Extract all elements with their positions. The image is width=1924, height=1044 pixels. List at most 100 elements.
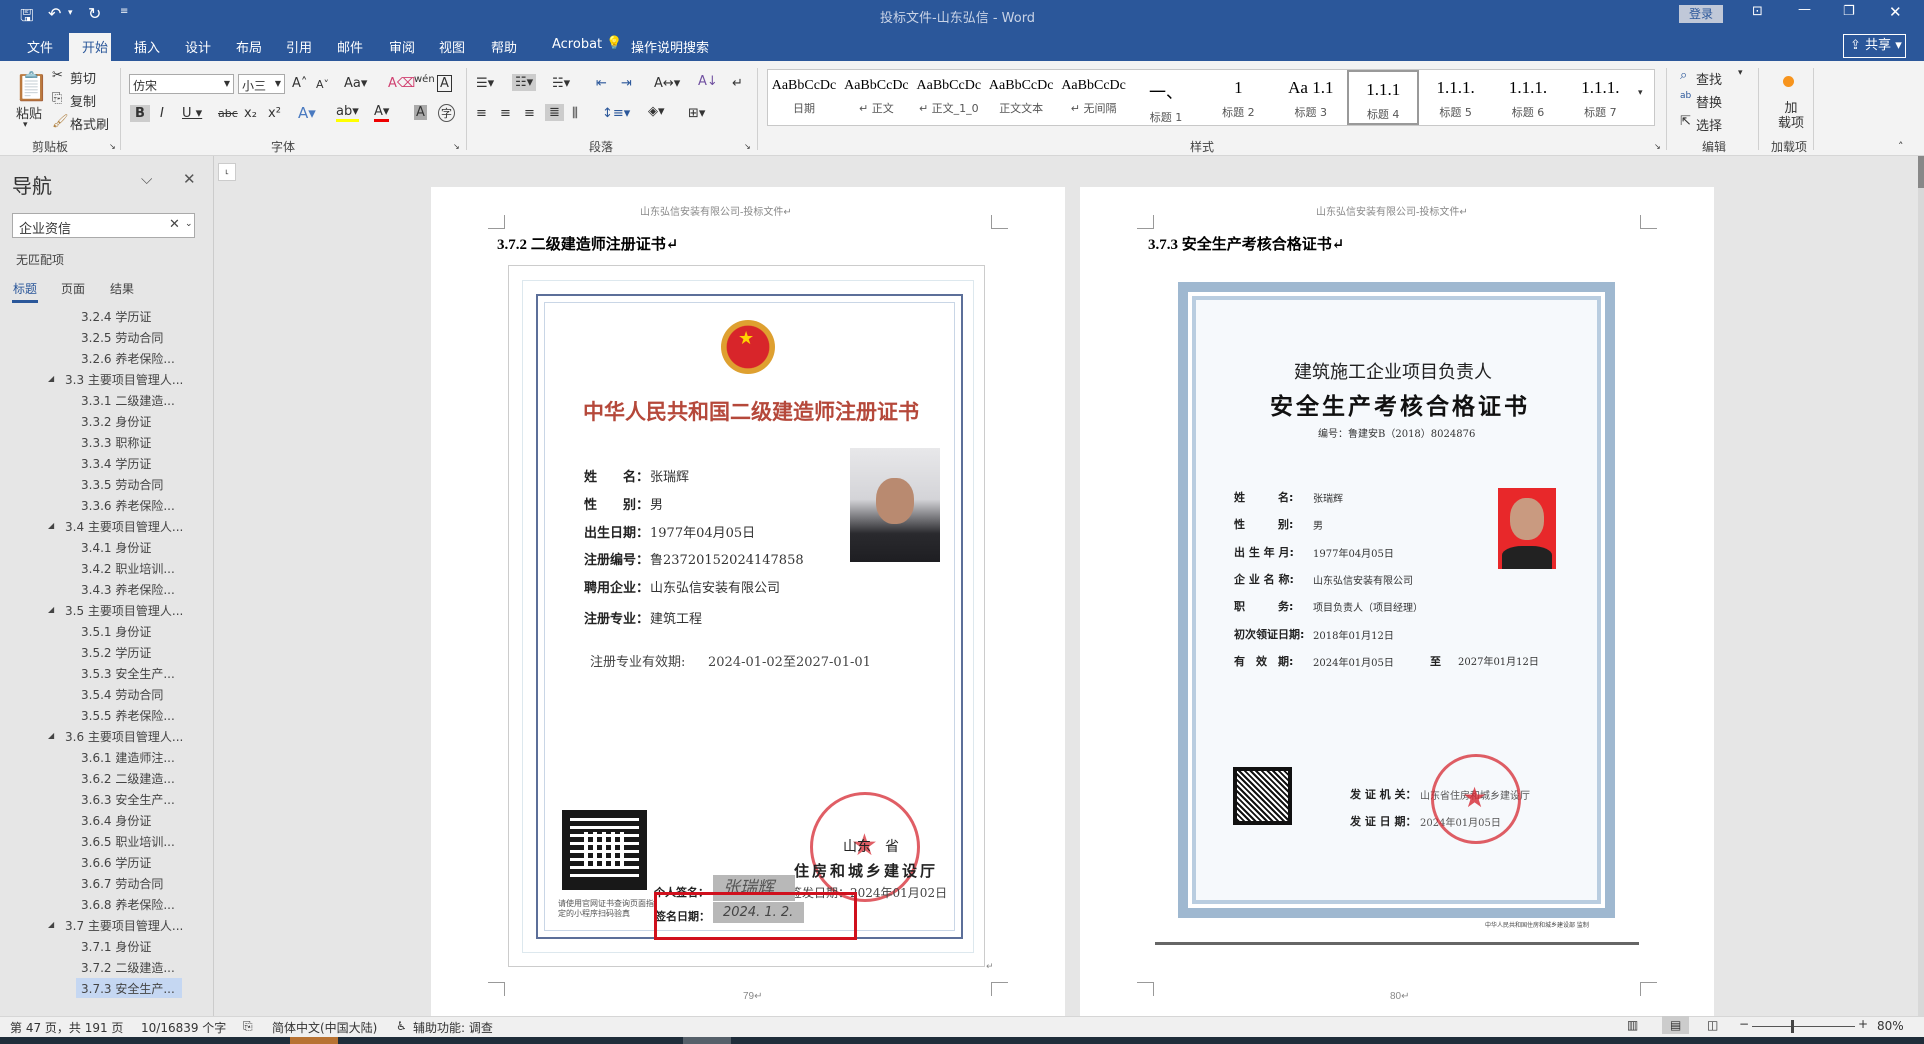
nav-heading-item[interactable]: 3.6.4 身份证 (81, 812, 151, 829)
style-item[interactable]: Aa 1.1 标题 3 (1275, 70, 1347, 125)
format-painter-button[interactable]: 格式刷 (70, 114, 109, 133)
paste-button[interactable]: 粘贴 (16, 103, 42, 122)
nav-heading-item[interactable]: 3.6.1 建造师注... (81, 749, 175, 766)
italic-button[interactable]: I (160, 106, 164, 121)
styles-launcher-icon[interactable]: ↘ (1654, 142, 1661, 151)
nav-tab-headings[interactable]: 标题 (13, 280, 37, 297)
enclose-characters-icon[interactable]: 字 (438, 104, 455, 122)
close-icon[interactable]: ✕ (1889, 3, 1902, 21)
asian-layout-icon[interactable]: A↔▾ (654, 76, 680, 91)
zoom-level[interactable]: 80% (1877, 1019, 1904, 1033)
multilevel-list-icon[interactable]: ☵▾ (552, 76, 570, 91)
tab-item[interactable]: Acrobat (552, 37, 602, 52)
nav-heading-item[interactable]: 3.3.6 养老保险... (81, 497, 175, 514)
addins-icon[interactable] (1783, 76, 1794, 87)
style-item[interactable]: AaBbCcDc ↵ 无间隔 (1058, 70, 1130, 125)
collapse-triangle-icon[interactable]: ◢ (48, 920, 54, 929)
zoom-in-button[interactable]: + (1858, 1017, 1868, 1031)
nav-heading-item[interactable]: 3.6.2 二级建造... (81, 770, 175, 787)
nav-heading-item[interactable]: 3.4.2 职业培训... (81, 560, 175, 577)
collapse-triangle-icon[interactable]: ◢ (48, 374, 54, 383)
restore-icon[interactable]: ❐ (1843, 4, 1855, 19)
login-button[interactable]: 登录 (1679, 5, 1723, 23)
underline-button[interactable]: U ▾ (182, 106, 202, 121)
font-launcher-icon[interactable]: ↘ (453, 142, 460, 151)
select-button[interactable]: 选择 (1696, 115, 1722, 134)
nav-heading-item[interactable]: 3.6.8 养老保险... (81, 896, 175, 913)
nav-heading-item[interactable]: 3.6.5 职业培训... (81, 833, 175, 850)
font-color-icon[interactable]: A▾ (374, 104, 390, 122)
nav-heading-item[interactable]: 3.5.1 身份证 (81, 623, 151, 640)
zoom-slider[interactable] (1752, 1026, 1855, 1027)
font-name-select[interactable]: 仿宋 ▼ (129, 74, 234, 94)
nav-heading-item[interactable]: 3.4.3 养老保险... (81, 581, 175, 598)
shading-icon[interactable]: ◈▾ (648, 104, 665, 119)
nav-heading-item[interactable]: 3.3.3 职称证 (81, 434, 151, 451)
minimize-icon[interactable]: — (1798, 2, 1811, 17)
nav-heading-item[interactable]: 3.3.1 二级建造... (81, 392, 175, 409)
collapse-triangle-icon[interactable]: ◢ (48, 521, 54, 530)
tell-me-search[interactable]: 操作说明搜索 (631, 37, 709, 56)
nav-heading-item[interactable]: 3.4.1 身份证 (81, 539, 151, 556)
nav-options-chevron-icon[interactable]: ⌵ (141, 170, 152, 188)
find-button[interactable]: 查找 (1696, 69, 1722, 88)
undo-dropdown-icon[interactable]: ▾ (68, 8, 73, 18)
grow-font-icon[interactable]: A˄ (292, 76, 307, 91)
tab-selector-button[interactable]: ˪ (218, 163, 236, 181)
sort-icon[interactable]: A↓ (698, 74, 718, 89)
paragraph-launcher-icon[interactable]: ↘ (744, 142, 751, 151)
style-item[interactable]: 一、 标题 1 (1130, 70, 1202, 125)
nav-heading-item[interactable]: 3.4 主要项目管理人... (65, 518, 183, 535)
print-layout-icon[interactable]: ▤ (1662, 1016, 1690, 1034)
strikethrough-button[interactable]: abc (218, 107, 238, 120)
word-count[interactable]: 10/16839 个字 (141, 1019, 226, 1036)
nav-heading-item[interactable]: 3.3.5 劳动合同 (81, 476, 163, 493)
nav-close-icon[interactable]: ✕ (183, 170, 196, 188)
paste-icon[interactable]: 📋 (14, 70, 49, 103)
nav-heading-item[interactable]: 3.3.2 身份证 (81, 413, 151, 430)
tab-item[interactable]: 引用 (286, 37, 312, 56)
style-item[interactable]: 1.1.1. 标题 6 (1492, 70, 1564, 125)
tab-item[interactable]: 帮助 (491, 37, 517, 56)
nav-heading-item[interactable]: 3.5.5 养老保险... (81, 707, 175, 724)
nav-heading-item[interactable]: 3.6.6 学历证 (81, 854, 151, 871)
character-border-icon[interactable]: A (437, 75, 452, 92)
subscript-button[interactable]: x₂ (244, 106, 257, 121)
proofing-icon[interactable]: ⎘ (243, 1019, 253, 1034)
borders-icon[interactable]: ⊞▾ (688, 106, 705, 121)
find-dropdown-icon[interactable]: ▾ (1738, 68, 1743, 78)
clear-formatting-icon[interactable]: A⌫ (388, 76, 415, 91)
page-count[interactable]: 第 47 页，共 191 页 (10, 1019, 123, 1036)
copy-button[interactable]: 复制 (70, 91, 96, 110)
read-mode-icon[interactable]: ▥ (1627, 1018, 1638, 1032)
search-dropdown-icon[interactable]: ⌄ (185, 219, 193, 229)
bullets-icon[interactable]: ☰▾ (476, 76, 494, 91)
clear-search-icon[interactable]: ✕ (169, 217, 180, 232)
bold-button[interactable]: B (130, 105, 150, 122)
replace-button[interactable]: 替换 (1696, 92, 1722, 111)
tab-item[interactable]: 插入 (134, 37, 160, 56)
redo-icon[interactable]: ↻ (88, 4, 101, 23)
style-item[interactable]: AaBbCcDc ↵ 正文 (840, 70, 912, 125)
nav-tab-pages[interactable]: 页面 (61, 280, 85, 297)
decrease-indent-icon[interactable]: ⇤ (596, 76, 607, 91)
phonetic-guide-icon[interactable]: wén (414, 74, 435, 85)
text-effects-icon[interactable]: A▾ (298, 104, 316, 122)
collapse-triangle-icon[interactable]: ◢ (48, 731, 54, 740)
ribbon-display-options-icon[interactable]: ⊡ (1752, 4, 1763, 19)
style-item[interactable]: AaBbCcDc ↵ 正文_1_0 (913, 70, 985, 125)
style-item[interactable]: 1.1.1. 标题 7 (1564, 70, 1636, 125)
superscript-button[interactable]: x² (268, 106, 281, 121)
nav-heading-item[interactable]: 3.2.4 学历证 (81, 308, 151, 325)
save-icon[interactable]: 🖫 (20, 5, 34, 32)
highlight-color-icon[interactable]: ab▾ (336, 104, 359, 122)
nav-heading-item[interactable]: 3.6.3 安全生产... (81, 791, 175, 808)
nav-search-input[interactable]: 企业资信 ✕ ⌄ (12, 213, 195, 238)
share-button[interactable]: ⇪ 共享 ▾ (1843, 34, 1906, 58)
nav-heading-item[interactable]: 3.6 主要项目管理人... (65, 728, 183, 745)
justify-icon[interactable]: ≣ (545, 104, 564, 121)
nav-tab-results[interactable]: 结果 (110, 280, 134, 297)
clipboard-launcher-icon[interactable]: ↘ (109, 142, 116, 151)
scrollbar-thumb[interactable] (1918, 156, 1924, 188)
tab-item[interactable]: 布局 (236, 37, 262, 56)
